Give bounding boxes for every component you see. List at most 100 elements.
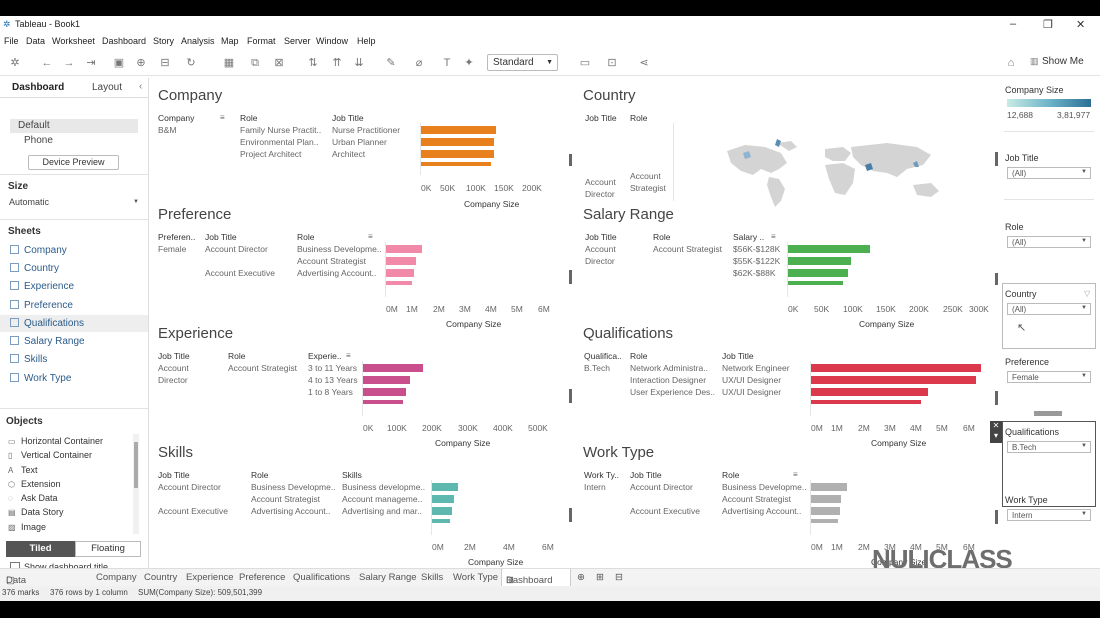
filter-qualifications-select[interactable]: B.Tech ▼ <box>1007 441 1091 453</box>
container-controls[interactable]: ✕ ▾ <box>990 421 1002 443</box>
scrollbar[interactable] <box>569 270 572 284</box>
bar[interactable] <box>432 495 454 503</box>
device-default[interactable]: Default <box>18 120 50 131</box>
object-horizontal-container[interactable]: ▭ Horizontal Container <box>8 436 103 446</box>
sheet-preference[interactable]: Preference <box>10 300 73 311</box>
bar[interactable] <box>811 400 921 404</box>
tab-qualifications[interactable]: Qualifications <box>293 572 350 583</box>
sort-desc-icon[interactable]: ⇊ <box>352 56 366 70</box>
bar[interactable] <box>811 519 838 523</box>
save-icon[interactable]: ▣ <box>112 56 126 70</box>
bar[interactable] <box>363 400 403 404</box>
menu-data[interactable]: Data <box>26 36 45 46</box>
chevron-down-icon[interactable]: ▼ <box>133 199 139 205</box>
menu-server[interactable]: Server <box>284 36 311 46</box>
bar[interactable] <box>788 281 843 285</box>
pin-dashboard-icon[interactable]: ⌂ <box>1004 56 1018 70</box>
tab-country[interactable]: Country <box>144 572 177 583</box>
floating-button[interactable]: Floating <box>75 541 141 557</box>
scrollbar[interactable] <box>995 391 998 405</box>
object-text[interactable]: A Text <box>8 465 38 475</box>
bar[interactable] <box>421 150 494 158</box>
scrollbar[interactable] <box>995 273 998 285</box>
bar[interactable] <box>811 483 847 491</box>
close-icon[interactable]: ✕ <box>1076 18 1085 31</box>
swap-icon[interactable]: ⇅ <box>306 56 320 70</box>
tab-work-type[interactable]: Work Type <box>453 572 498 583</box>
bar[interactable] <box>386 245 422 253</box>
tab-salary-range[interactable]: Salary Range <box>359 572 417 583</box>
bar[interactable] <box>788 245 870 253</box>
drag-handle[interactable] <box>1034 411 1062 416</box>
tab-skills[interactable]: Skills <box>421 572 443 583</box>
bar[interactable] <box>811 376 976 384</box>
sheet-work-type[interactable]: Work Type <box>10 373 71 384</box>
world-map[interactable] <box>717 139 987 209</box>
new-story-tab-icon[interactable]: ⊟ <box>615 572 623 583</box>
bar[interactable] <box>432 507 452 515</box>
bar[interactable] <box>421 138 494 146</box>
sort-icon[interactable]: ≡ <box>346 351 351 360</box>
sort-icon[interactable]: ≡ <box>793 470 798 479</box>
filter-preference-select[interactable]: Female ▼ <box>1007 371 1091 383</box>
device-phone[interactable]: Phone <box>24 135 53 146</box>
presentation-icon[interactable]: ⊡ <box>605 56 619 70</box>
maximize-icon[interactable]: ❐ <box>1043 18 1053 31</box>
redo-icon[interactable]: → <box>62 56 76 70</box>
menu-window[interactable]: Window <box>316 36 348 46</box>
minimize-icon[interactable]: – <box>1010 18 1016 30</box>
menu-format[interactable]: Format <box>247 36 276 46</box>
clear-sheet-icon[interactable]: ⊠ <box>272 56 286 70</box>
object-data-story[interactable]: ▤ Data Story <box>8 507 64 517</box>
tab-company[interactable]: Company <box>96 572 137 583</box>
object-extension[interactable]: ⬡ Extension <box>8 479 61 489</box>
group-icon[interactable]: ⌀ <box>412 56 426 70</box>
bar[interactable] <box>788 257 851 265</box>
bar[interactable] <box>363 364 423 372</box>
tab-experience[interactable]: Experience <box>186 572 234 583</box>
pin-icon[interactable]: ✦ <box>462 56 476 70</box>
labels-icon[interactable]: T <box>440 56 454 70</box>
undo-icon[interactable]: ← <box>40 56 54 70</box>
pause-icon[interactable]: ⊟ <box>158 56 172 70</box>
filter-icon[interactable]: ▽ <box>1084 289 1090 298</box>
bar[interactable] <box>363 388 406 396</box>
bar[interactable] <box>811 507 840 515</box>
objects-scrollbar-thumb[interactable] <box>134 442 138 488</box>
scrollbar[interactable] <box>995 510 998 524</box>
sort-icon[interactable]: ≡ <box>368 232 373 241</box>
refresh-icon[interactable]: ↻ <box>184 56 198 70</box>
tableau-icon[interactable]: ✲ <box>8 56 22 70</box>
sheet-experience[interactable]: Experience <box>10 281 74 292</box>
menu-map[interactable]: Map <box>221 36 239 46</box>
bar[interactable] <box>363 376 410 384</box>
fit-select[interactable]: Standard ▼ <box>487 54 558 71</box>
bar[interactable] <box>386 257 416 265</box>
sort-icon[interactable]: ≡ <box>220 113 225 122</box>
bar[interactable] <box>811 364 981 372</box>
bar[interactable] <box>386 281 412 285</box>
tiled-button[interactable]: Tiled <box>6 541 75 557</box>
scrollbar[interactable] <box>995 152 998 166</box>
bar[interactable] <box>432 519 450 523</box>
device-preview-button[interactable]: Device Preview <box>28 155 119 170</box>
scrollbar[interactable] <box>569 508 572 522</box>
sort-asc-icon[interactable]: ⇈ <box>330 56 344 70</box>
sheet-country[interactable]: Country <box>10 263 59 274</box>
new-dashboard-tab-icon[interactable]: ⊞ <box>596 572 604 583</box>
highlight-icon[interactable]: ✎ <box>384 56 398 70</box>
menu-story[interactable]: Story <box>153 36 174 46</box>
new-worksheet-icon[interactable]: ▦ <box>222 56 236 70</box>
bar[interactable] <box>421 162 491 166</box>
filter-job-title-select[interactable]: (All) ▼ <box>1007 167 1091 179</box>
duplicate-icon[interactable]: ⧉ <box>248 56 262 70</box>
menu-worksheet[interactable]: Worksheet <box>52 36 95 46</box>
collapse-icon[interactable]: ‹ <box>139 81 142 92</box>
object-vertical-container[interactable]: ▯ Vertical Container <box>8 450 92 460</box>
sheet-company[interactable]: Company <box>10 245 67 256</box>
menu-analysis[interactable]: Analysis <box>181 36 215 46</box>
sheet-salary-range[interactable]: Salary Range <box>10 336 85 347</box>
bar[interactable] <box>788 269 848 277</box>
menu-file[interactable]: File <box>4 36 19 46</box>
sheet-skills[interactable]: Skills <box>10 354 47 365</box>
